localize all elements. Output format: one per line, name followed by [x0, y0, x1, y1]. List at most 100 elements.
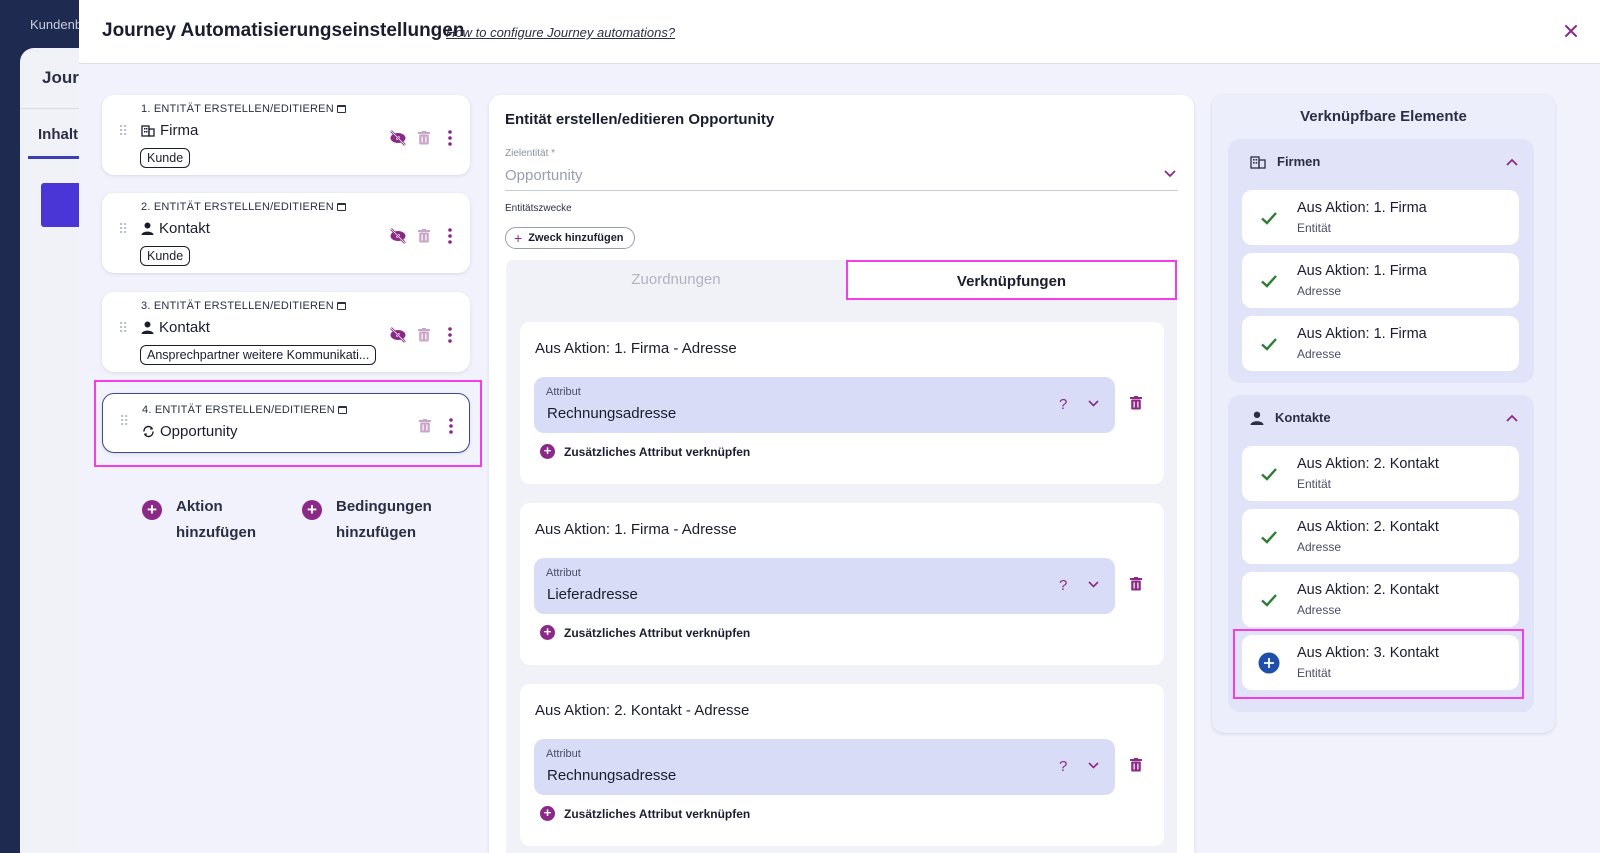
- add-condition-label-line2: hinzufügen: [336, 524, 416, 541]
- person-icon: [141, 222, 154, 235]
- link-title: Aus Aktion: 1. Firma - Adresse: [535, 340, 737, 357]
- delete-action-button[interactable]: [415, 416, 435, 436]
- attribute-select[interactable]: Attribut Rechnungsadresse ?: [534, 377, 1115, 433]
- linkable-elements-panel: Verknüpfbare Elemente Firmen Aus Aktion:…: [1212, 95, 1555, 733]
- help-icon[interactable]: ?: [1059, 396, 1067, 413]
- action-card-1[interactable]: ⠿ 1. ENTITÄT ERSTELLEN/EDITIEREN Firma K…: [102, 95, 470, 175]
- action-label: 3. ENTITÄT ERSTELLEN/EDITIEREN: [141, 300, 346, 312]
- action-label: 4. ENTITÄT ERSTELLEN/EDITIEREN: [142, 404, 347, 416]
- eye-off-icon: [390, 130, 406, 146]
- linkable-item[interactable]: Aus Aktion: 1. Firma Entität: [1242, 190, 1519, 245]
- delete-action-button[interactable]: [414, 226, 434, 246]
- trash-icon: [1130, 758, 1142, 772]
- trash-icon: [418, 328, 430, 342]
- linkable-item[interactable]: Aus Aktion: 1. Firma Adresse: [1242, 316, 1519, 371]
- more-vertical-icon: [448, 130, 452, 146]
- delete-action-button[interactable]: [414, 325, 434, 345]
- group-header[interactable]: Kontakte: [1250, 410, 1331, 425]
- check-icon: [1261, 275, 1277, 288]
- linkable-item[interactable]: Aus Aktion: 1. Firma Adresse: [1242, 253, 1519, 308]
- editor-tabs: Zuordnungen Verknüpfungen: [506, 260, 1177, 300]
- add-attribute-link-label: Zusätzliches Attribut verknüpfen: [564, 444, 751, 459]
- add-attribute-link-label: Zusätzliches Attribut verknüpfen: [564, 625, 751, 640]
- chevron-down-icon[interactable]: [1088, 398, 1099, 410]
- action-card-3[interactable]: ⠿ 3. ENTITÄT ERSTELLEN/EDITIEREN Kontakt…: [102, 292, 470, 372]
- target-entity-select[interactable]: Opportunity: [505, 167, 583, 184]
- linkable-item-title: Aus Aktion: 2. Kontakt: [1297, 582, 1439, 598]
- linkable-item[interactable]: Aus Aktion: 2. Kontakt Entität: [1242, 446, 1519, 501]
- journey-automation-modal: Journey Automatisierungseinstellungen Ho…: [79, 0, 1600, 853]
- linkable-item-type: Entität: [1297, 477, 1332, 491]
- help-link[interactable]: How to configure Journey automations?: [446, 25, 675, 40]
- drag-handle-icon[interactable]: ⠿: [118, 321, 128, 335]
- help-icon[interactable]: ?: [1059, 758, 1067, 775]
- linkable-item-title: Aus Aktion: 1. Firma: [1297, 326, 1427, 342]
- group-header[interactable]: Firmen: [1250, 154, 1320, 169]
- delete-attribute-button[interactable]: [1130, 577, 1142, 596]
- eye-off-icon: [390, 327, 406, 343]
- cycle-icon: [143, 425, 154, 438]
- visibility-toggle-button[interactable]: [388, 325, 408, 345]
- chevron-down-icon[interactable]: [1164, 167, 1176, 181]
- chevron-up-icon[interactable]: [1506, 153, 1518, 169]
- drag-handle-icon[interactable]: ⠿: [118, 124, 128, 138]
- help-icon[interactable]: ?: [1059, 577, 1067, 594]
- building-icon: [141, 125, 155, 137]
- more-options-button[interactable]: [440, 325, 460, 345]
- visibility-toggle-button[interactable]: [388, 226, 408, 246]
- chevron-down-icon[interactable]: [1088, 579, 1099, 591]
- tab-links[interactable]: Verknüpfungen: [846, 260, 1177, 300]
- linkable-item[interactable]: Aus Aktion: 2. Kontakt Adresse: [1242, 572, 1519, 627]
- tab-mappings[interactable]: Zuordnungen: [506, 260, 846, 300]
- purposes-label: Entitätszwecke: [505, 203, 572, 214]
- delete-attribute-button[interactable]: [1130, 396, 1142, 415]
- add-attribute-link-button[interactable]: + Zusätzliches Attribut verknüpfen: [540, 806, 750, 821]
- group-name: Kontakte: [1275, 410, 1331, 425]
- group-name: Firmen: [1277, 154, 1321, 169]
- link-card-3: Aus Aktion: 2. Kontakt - Adresse Attribu…: [520, 684, 1164, 846]
- visibility-toggle-button[interactable]: [388, 128, 408, 148]
- linkable-item-add[interactable]: Aus Aktion: 3. Kontakt Entität: [1242, 635, 1519, 690]
- add-attribute-link-button[interactable]: + Zusätzliches Attribut verknüpfen: [540, 444, 750, 459]
- add-action-button[interactable]: + Aktion hinzufügen: [142, 494, 256, 546]
- add-action-label: Aktion hinzufügen: [176, 494, 256, 546]
- calendar-icon: [336, 302, 346, 311]
- action-entity: Opportunity: [142, 423, 238, 440]
- calendar-icon: [336, 105, 346, 114]
- add-attribute-link-button[interactable]: + Zusätzliches Attribut verknüpfen: [540, 625, 750, 640]
- action-entity-name: Firma: [160, 122, 199, 139]
- add-purpose-button[interactable]: + Zweck hinzufügen: [505, 227, 635, 249]
- calendar-icon: [336, 203, 346, 212]
- chevron-up-icon[interactable]: [1506, 409, 1518, 425]
- linkable-item-title: Aus Aktion: 2. Kontakt: [1297, 519, 1439, 535]
- attribute-label: Attribut: [546, 386, 581, 398]
- link-card-1: Aus Aktion: 1. Firma - Adresse Attribut …: [520, 322, 1164, 484]
- add-circle-icon: [1258, 652, 1280, 674]
- add-condition-button[interactable]: + Bedingungen hinzufügen: [302, 494, 432, 546]
- plus-icon: +: [540, 625, 555, 640]
- target-entity-label: Zielentität *: [505, 148, 556, 159]
- delete-attribute-button[interactable]: [1130, 758, 1142, 777]
- check-icon: [1261, 594, 1277, 607]
- attribute-select[interactable]: Attribut Lieferadresse ?: [534, 558, 1115, 614]
- action-card-2[interactable]: ⠿ 2. ENTITÄT ERSTELLEN/EDITIEREN Kontakt…: [102, 193, 470, 273]
- delete-action-button[interactable]: [414, 128, 434, 148]
- add-action-label-line2: hinzufügen: [176, 524, 256, 541]
- more-options-button[interactable]: [440, 128, 460, 148]
- check-icon: [1261, 338, 1277, 351]
- editor-title: Entität erstellen/editieren Opportunity: [505, 111, 775, 128]
- attribute-select[interactable]: Attribut Rechnungsadresse ?: [534, 739, 1115, 795]
- more-options-button[interactable]: [440, 226, 460, 246]
- chevron-down-icon[interactable]: [1088, 760, 1099, 772]
- linkable-item[interactable]: Aus Aktion: 2. Kontakt Adresse: [1242, 509, 1519, 564]
- drag-handle-icon[interactable]: ⠿: [119, 414, 129, 428]
- attribute-value: Rechnungsadresse: [547, 405, 677, 422]
- action-label-text: 2. ENTITÄT ERSTELLEN/EDITIEREN: [141, 201, 334, 213]
- close-button[interactable]: [1560, 20, 1582, 42]
- more-options-button[interactable]: [441, 416, 461, 436]
- action-entity-name: Kontakt: [159, 319, 210, 336]
- background-card-title: Jour: [42, 68, 79, 87]
- drag-handle-icon[interactable]: ⠿: [118, 222, 128, 236]
- action-card-4[interactable]: ⠿ 4. ENTITÄT ERSTELLEN/EDITIEREN Opportu…: [102, 393, 470, 453]
- linkable-item-type: Adresse: [1297, 603, 1342, 617]
